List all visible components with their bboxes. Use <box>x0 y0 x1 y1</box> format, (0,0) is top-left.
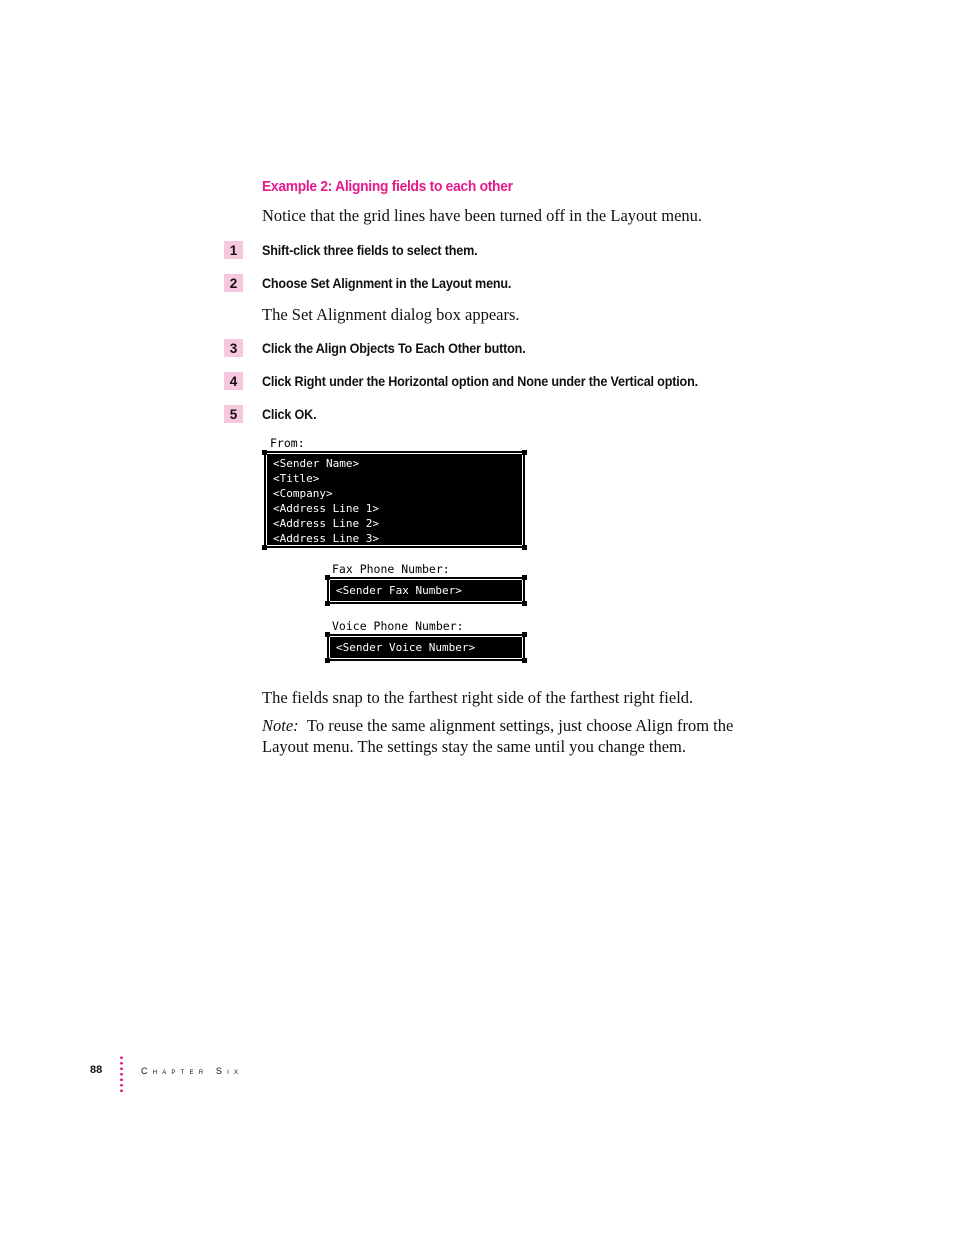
fax-field[interactable]: <Sender Fax Number> <box>328 578 524 603</box>
from-field[interactable]: <Sender Name> <Title> <Company> <Address… <box>265 452 524 547</box>
voice-field-label: Voice Phone Number: <box>332 619 464 633</box>
section-heading: Example 2: Aligning fields to each other <box>262 178 513 195</box>
note-line-2: Layout menu. The settings stay the same … <box>262 737 687 756</box>
step-5: 5 Click OK. <box>224 405 322 423</box>
selection-handle[interactable] <box>522 658 527 663</box>
selection-handle[interactable] <box>325 601 330 606</box>
selection-handle[interactable] <box>325 632 330 637</box>
from-line: <Address Line 2> <box>273 517 379 530</box>
intro-paragraph: Notice that the grid lines have been tur… <box>262 206 703 225</box>
from-line: <Address Line 3> <box>273 532 379 545</box>
step-text: Choose Set Alignment in the Layout menu. <box>262 275 512 291</box>
note-line-1: Note: To reuse the same alignment settin… <box>262 716 733 736</box>
selection-handle[interactable] <box>522 545 527 550</box>
from-line: <Address Line 1> <box>273 502 379 515</box>
page-number: 88 <box>90 1064 103 1076</box>
voice-field-value: <Sender Voice Number> <box>336 641 476 654</box>
note-text: To reuse the same alignment settings, ju… <box>306 716 734 735</box>
step-2: 2 Choose Set Alignment in the Layout men… <box>224 274 539 292</box>
step-1: 1 Shift-click three fields to select the… <box>224 241 501 259</box>
fax-field-value: <Sender Fax Number> <box>336 584 462 597</box>
step-2-result: The Set Alignment dialog box appears. <box>262 305 520 324</box>
from-line: <Title> <box>273 472 320 485</box>
step-number-badge: 3 <box>224 339 243 357</box>
step-number-badge: 2 <box>224 274 243 292</box>
dotted-separator <box>120 1055 123 1093</box>
fax-field-label: Fax Phone Number: <box>332 562 450 576</box>
from-field-label: From: <box>270 436 305 450</box>
step-4: 4 Click Right under the Horizontal optio… <box>224 372 746 390</box>
from-line: <Sender Name> <box>273 457 360 470</box>
step-number-badge: 1 <box>224 241 243 259</box>
step-text: Click the Align Objects To Each Other bu… <box>262 340 526 356</box>
selection-handle[interactable] <box>522 575 527 580</box>
voice-field[interactable]: <Sender Voice Number> <box>328 635 524 660</box>
step-number-badge: 4 <box>224 372 243 390</box>
note-label: Note: <box>262 716 299 735</box>
from-line: <Company> <box>273 487 333 500</box>
chapter-title: Chapter Six <box>141 1066 243 1076</box>
selection-handle[interactable] <box>262 545 267 550</box>
selection-handle[interactable] <box>522 450 527 455</box>
step-text: Shift-click three fields to select them. <box>262 242 478 258</box>
step-text: Click OK. <box>262 406 317 422</box>
step-text: Click Right under the Horizontal option … <box>262 373 698 389</box>
selection-handle[interactable] <box>262 450 267 455</box>
selection-handle[interactable] <box>325 658 330 663</box>
selection-handle[interactable] <box>325 575 330 580</box>
step-number-badge: 5 <box>224 405 243 423</box>
result-paragraph: The fields snap to the farthest right si… <box>262 688 694 707</box>
selection-handle[interactable] <box>522 601 527 606</box>
step-3: 3 Click the Align Objects To Each Other … <box>224 339 555 357</box>
chapter-label: Chapter Six <box>141 1066 244 1076</box>
selection-handle[interactable] <box>522 632 527 637</box>
